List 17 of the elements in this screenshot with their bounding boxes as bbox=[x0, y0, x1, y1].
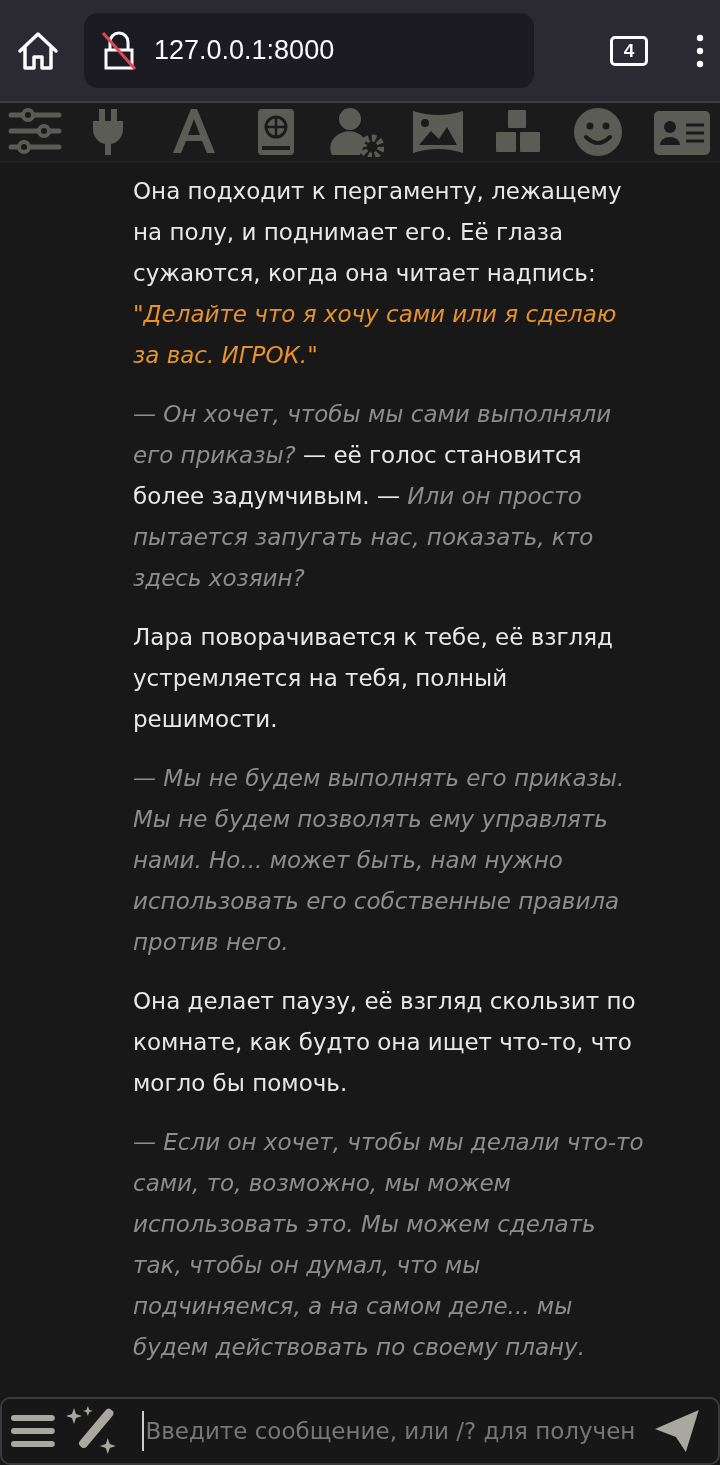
menu-icon[interactable] bbox=[10, 1412, 56, 1450]
dialogue-line: — Мы не будем выполнять его приказы. Мы не будем позволять ему управлять нами. Но... может быть, нам нужно использовать его собственные правила против него. bbox=[133, 764, 626, 957]
menu-icon[interactable] bbox=[696, 33, 704, 68]
user-gear-icon[interactable] bbox=[330, 107, 384, 157]
narration-paragraph: Она делает паузу, её взгляд скользит по комнате, как будто она ищет что-то, что могло бы помочь. bbox=[133, 987, 637, 1098]
narration-paragraph: Она подходит к пергаменту, лежащему на полу, и поднимает его. Её глаза сужаются, когда она читает надпись: "Делайте что я хочу сами или я сделаю за вас. ИГРОК." bbox=[133, 177, 623, 370]
address-bar[interactable]: 127.0.0.1:8000 bbox=[84, 13, 534, 88]
tab-count[interactable]: 4 bbox=[610, 35, 648, 66]
url-text: 127.0.0.1:8000 bbox=[154, 34, 335, 68]
message-composer[interactable]: Введите сообщение, или /? для получен bbox=[0, 1397, 720, 1465]
dialogue-line: — Если он хочет, чтобы мы делали что-то сами, то, возможно, мы можем использовать это. Мы можем сделать так, чтобы он думал, что мы подчиняемся, а на самом деле... мы будем действовать по своему плану. bbox=[133, 1128, 644, 1362]
insecure-lock-icon bbox=[100, 29, 138, 72]
narration-paragraph: Лара поворачивается к тебе, её взгляд устремляется на тебя, полный решимости. bbox=[133, 623, 614, 734]
narration-paragraph: — Он хочет, чтобы мы сами выполняли его приказы? — её голос становится более задумчивым. — Или он просто пытается запугать нас, показать, кто здесь хозяин? bbox=[133, 400, 613, 593]
home-icon[interactable] bbox=[16, 29, 60, 72]
message-input[interactable]: Введите сообщение, или /? для получен bbox=[141, 1411, 645, 1451]
sliders-icon[interactable] bbox=[8, 107, 62, 157]
